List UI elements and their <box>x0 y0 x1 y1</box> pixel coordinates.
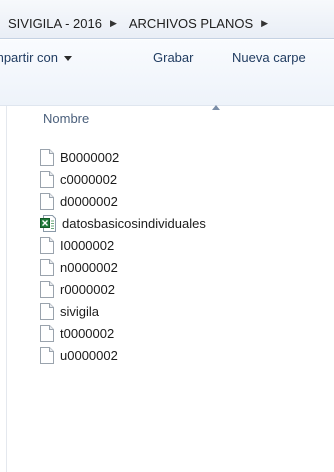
breadcrumb: SIVIGILA - 2016 ▶ ARCHIVOS PLANOS ▶ <box>0 13 272 33</box>
navigation-pane-edge <box>0 106 7 472</box>
text-file-icon <box>40 258 54 276</box>
share-with-label: mpartir con <box>0 50 59 65</box>
text-file-icon <box>40 192 54 210</box>
file-list-item[interactable]: d0000002 <box>40 190 334 212</box>
text-file-icon <box>40 324 54 342</box>
file-list: B0000002 c0000002 d0000002 datosbasicosindi… <box>40 146 334 366</box>
sort-ascending-icon <box>212 105 220 110</box>
file-list-item[interactable]: n0000002 <box>40 256 334 278</box>
file-name: c0000002 <box>60 171 118 187</box>
excel-file-icon <box>40 214 56 232</box>
file-list-item[interactable]: sivigila <box>40 300 334 322</box>
share-with-button[interactable]: mpartir con <box>0 40 73 76</box>
address-bar[interactable]: SIVIGILA - 2016 ▶ ARCHIVOS PLANOS ▶ <box>0 0 334 39</box>
file-list-item[interactable]: datosbasicosindividuales <box>40 212 334 234</box>
burn-button[interactable]: Grabar <box>153 40 193 76</box>
file-name: n0000002 <box>60 259 118 275</box>
text-file-icon <box>40 346 54 364</box>
file-list-item[interactable]: t0000002 <box>40 322 334 344</box>
file-name: r0000002 <box>60 281 115 297</box>
file-list-item[interactable]: B0000002 <box>40 146 334 168</box>
text-file-icon <box>40 302 54 320</box>
file-name: d0000002 <box>60 193 118 209</box>
breadcrumb-separator-icon[interactable]: ▶ <box>104 18 121 29</box>
file-list-item[interactable]: I0000002 <box>40 234 334 256</box>
file-name: B0000002 <box>60 149 120 165</box>
file-name: t0000002 <box>60 325 115 341</box>
text-file-icon <box>40 170 54 188</box>
file-name: u0000002 <box>60 347 118 363</box>
file-name: datosbasicosindividuales <box>62 215 206 231</box>
text-file-icon <box>40 280 54 298</box>
text-file-icon <box>40 236 54 254</box>
new-folder-button[interactable]: Nueva carpe <box>232 40 306 76</box>
file-name: sivigila <box>60 303 100 319</box>
command-toolbar: mpartir con Grabar Nueva carpe <box>0 40 334 106</box>
file-name: I0000002 <box>60 237 115 253</box>
chevron-down-icon <box>64 56 73 62</box>
breadcrumb-item-archivos-planos[interactable]: ARCHIVOS PLANOS <box>121 16 255 31</box>
column-header-row: Nombre <box>7 105 334 140</box>
file-list-item[interactable]: u0000002 <box>40 344 334 366</box>
file-list-item[interactable]: c0000002 <box>40 168 334 190</box>
breadcrumb-separator-icon[interactable]: ▶ <box>255 18 272 29</box>
column-header-name[interactable]: Nombre <box>43 111 89 126</box>
text-file-icon <box>40 148 54 166</box>
breadcrumb-item-sivigila[interactable]: SIVIGILA - 2016 <box>0 16 104 31</box>
file-list-item[interactable]: r0000002 <box>40 278 334 300</box>
